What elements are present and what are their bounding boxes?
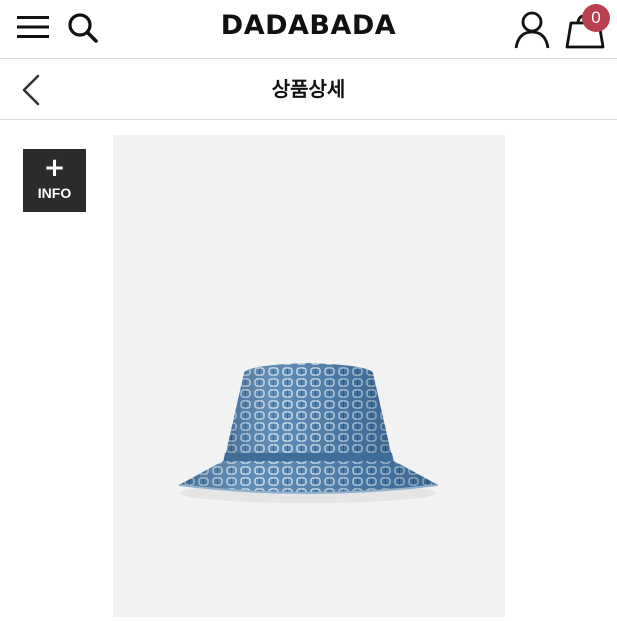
cart-count-badge: 0 [582,4,610,32]
info-button[interactable]: + INFO [23,149,86,212]
info-label: INFO [37,185,72,201]
top-header: DADABADA 0 [0,0,617,59]
page-title: 상품상세 [271,77,346,101]
plus-icon: + [43,153,66,183]
bucket-hat-illustration [178,363,439,503]
user-icon[interactable] [512,9,552,49]
page-subheader: 상품상세 [0,59,617,120]
product-image[interactable] [113,135,505,617]
